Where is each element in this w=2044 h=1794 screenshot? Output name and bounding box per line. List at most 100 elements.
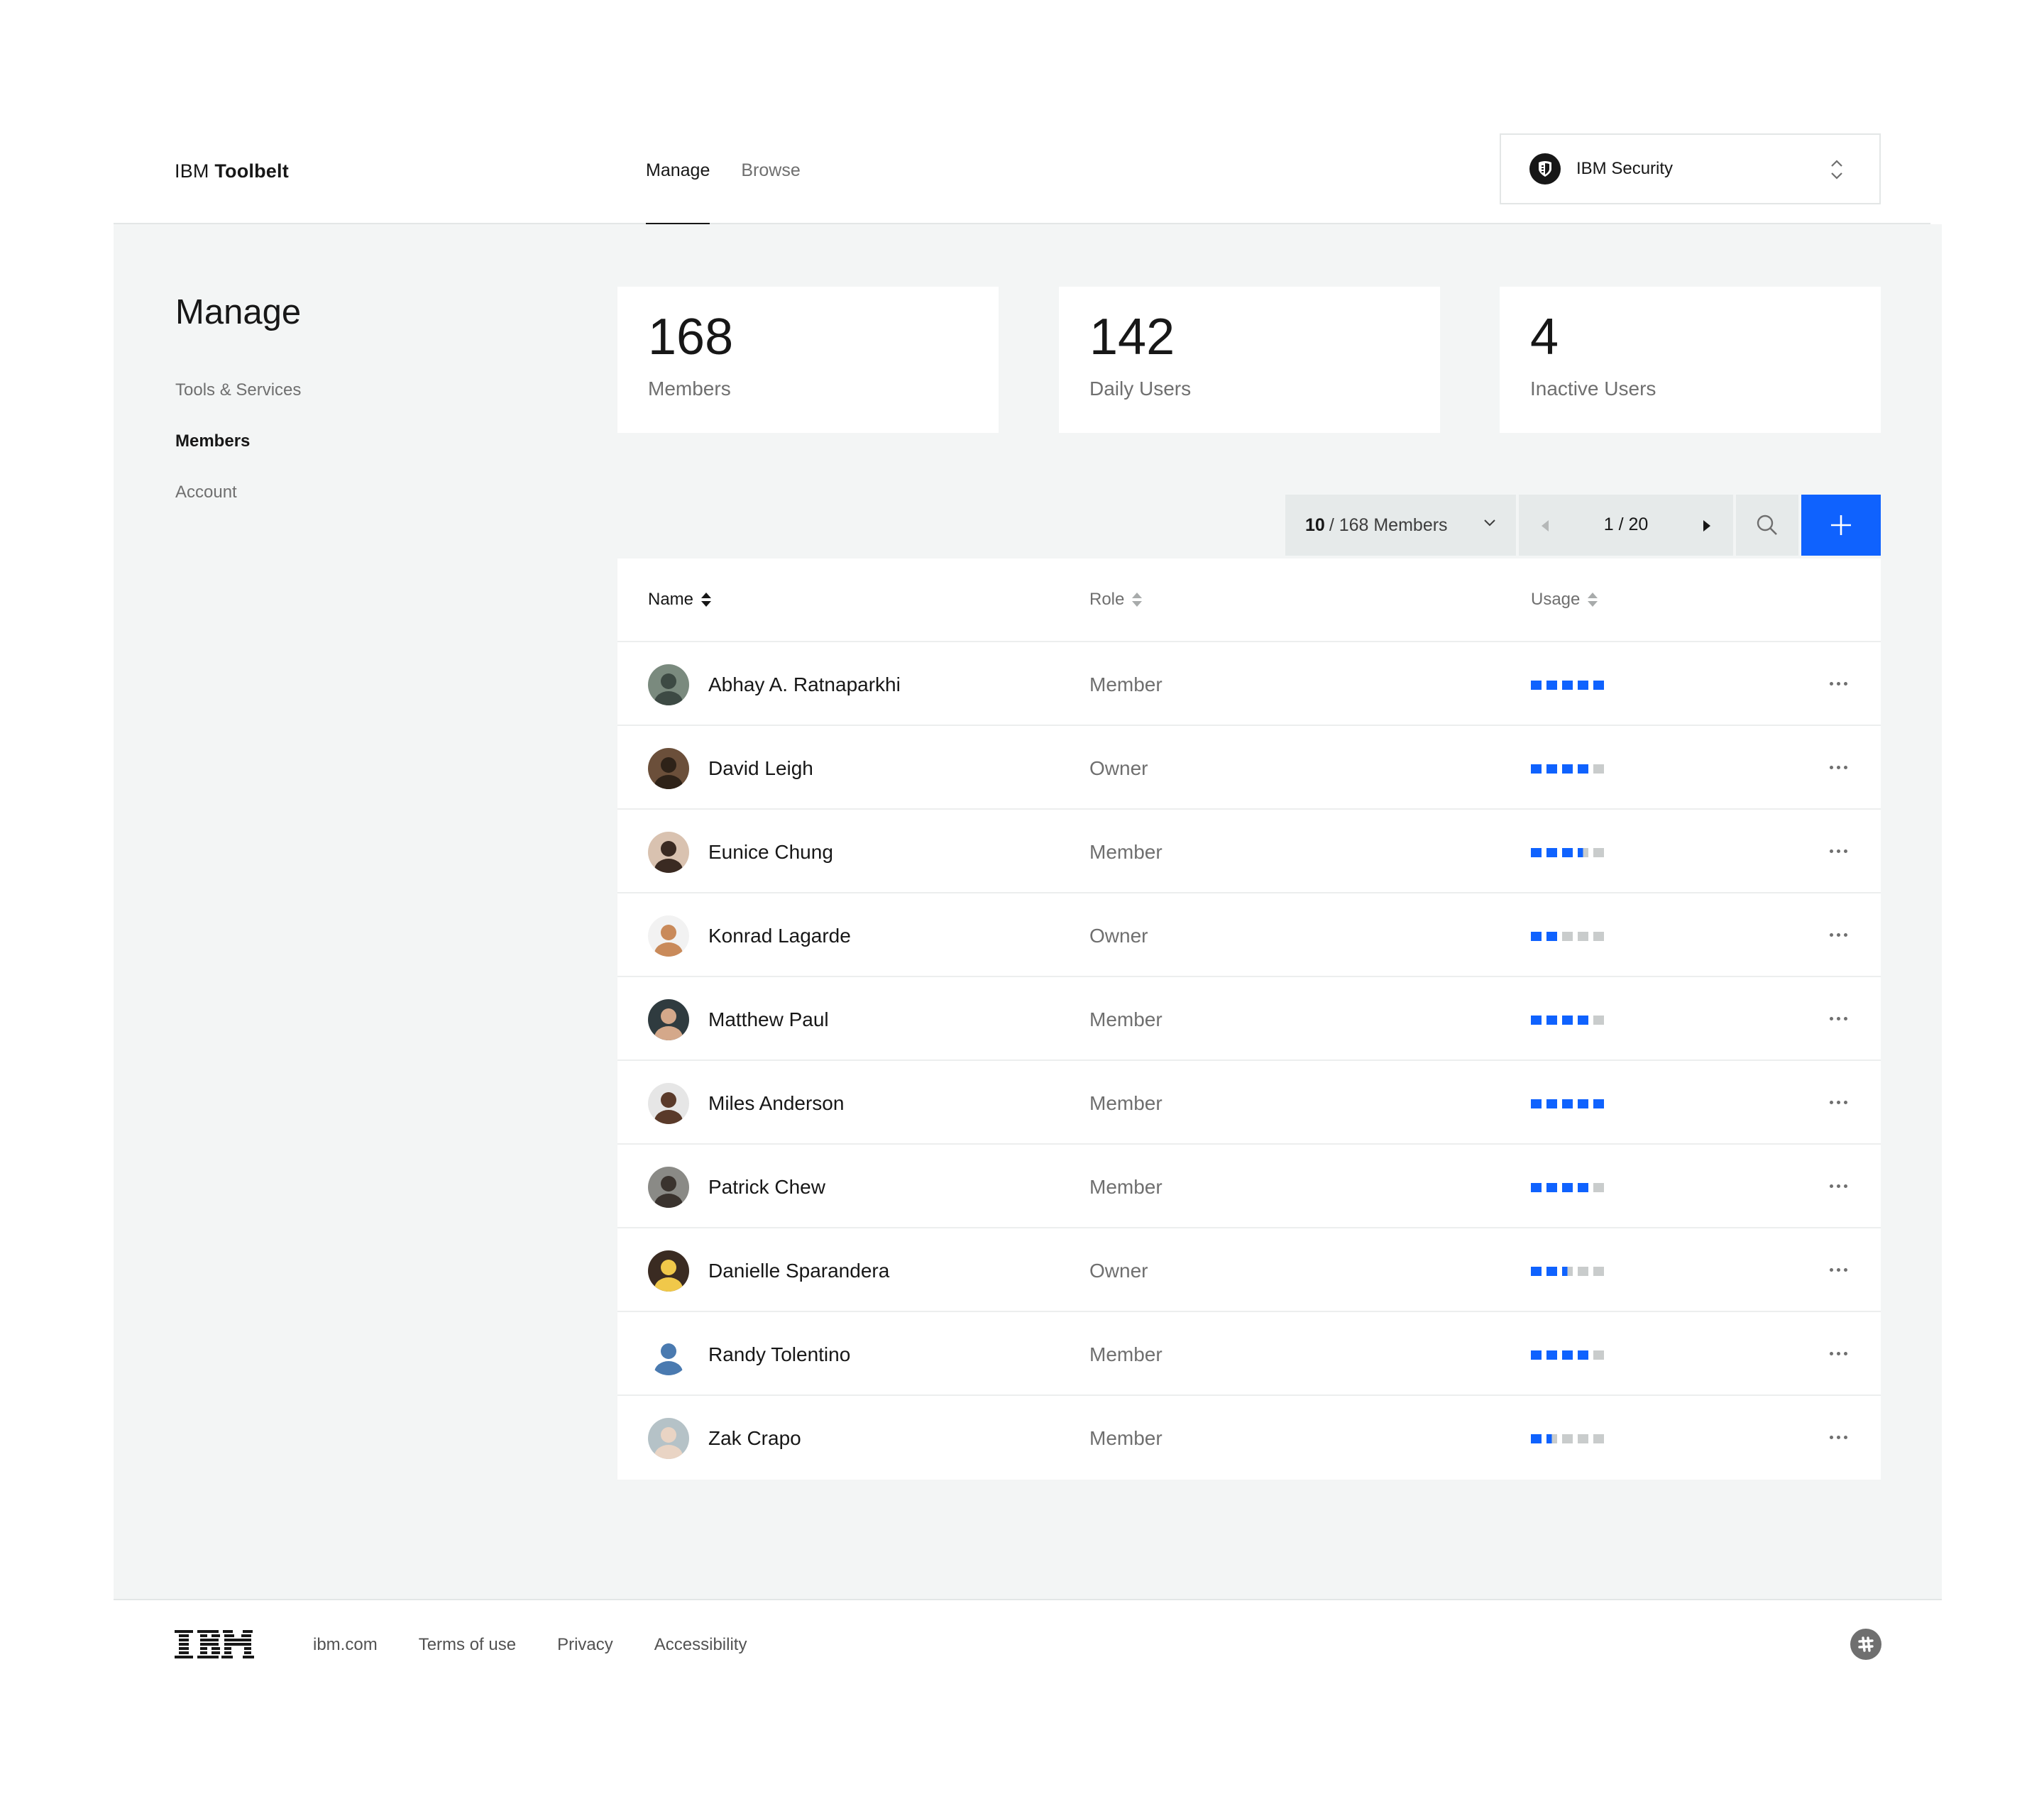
stat-value: 168 [648,309,734,365]
member-name[interactable]: Miles Anderson [708,1092,844,1115]
usage-segment [1546,1099,1557,1108]
usage-segment [1578,1350,1588,1360]
avatar [648,1167,689,1208]
usage-segment [1593,1183,1604,1192]
usage-segment [1578,681,1588,690]
usage-segment [1593,1016,1604,1025]
usage-segment [1593,1267,1604,1276]
stat-card-daily-users: 142 Daily Users [1059,287,1440,433]
column-header-name[interactable]: Name [648,590,712,610]
tab-browse[interactable]: Browse [741,133,800,224]
app-brand[interactable]: IBM Toolbelt [175,160,289,182]
usage-segment [1562,1099,1573,1108]
usage-segment [1578,932,1588,941]
usage-segment [1593,1434,1604,1443]
usage-segment [1562,1183,1573,1192]
tab-manage[interactable]: Manage [646,133,710,226]
caret-right-icon[interactable] [1693,513,1719,539]
usage-segment [1531,1016,1542,1025]
stat-value: 4 [1530,309,1559,365]
avatar [648,1418,689,1459]
page-size-select[interactable]: 10 / 168 Members [1285,495,1516,556]
usage-segment [1593,848,1604,857]
sidebar-nav: Tools & Services Members Account [175,380,301,534]
table-row[interactable]: Randy Tolentino Member [617,1312,1881,1396]
column-header-usage[interactable]: Usage [1531,590,1598,610]
member-name[interactable]: Eunice Chung [708,841,833,864]
usage-meter [1531,1267,1604,1276]
usage-segment [1531,1350,1542,1360]
member-name[interactable]: Randy Tolentino [708,1343,850,1366]
usage-segment [1578,848,1588,857]
member-name[interactable]: Zak Crapo [708,1427,801,1450]
usage-segment [1578,1016,1588,1025]
table-row[interactable]: Matthew Paul Member [617,977,1881,1061]
chevron-down-icon [1484,519,1495,527]
usage-segment [1531,1267,1542,1276]
member-role: Member [1089,1427,1163,1449]
usage-segment [1562,848,1573,857]
table-body: Abhay A. Ratnaparkhi Member David Leigh … [617,642,1881,1480]
member-role: Member [1089,1008,1163,1030]
usage-segment [1531,1183,1542,1192]
avatar [648,664,689,705]
sidebar-item-members[interactable]: Members [175,431,301,483]
overflow-menu-icon[interactable] [1824,1004,1852,1033]
table-row[interactable]: Konrad Lagarde Owner [617,893,1881,977]
usage-segment [1562,1434,1573,1443]
member-name[interactable]: Danielle Sparandera [708,1260,889,1282]
top-nav: Manage Browse [646,133,801,226]
table-row[interactable]: Danielle Sparandera Owner [617,1228,1881,1312]
member-name[interactable]: Matthew Paul [708,1008,829,1031]
usage-segment [1562,1350,1573,1360]
sort-icon [1588,593,1598,607]
overflow-menu-icon[interactable] [1824,753,1852,781]
chevron-up-down-icon [1831,160,1842,180]
column-header-role[interactable]: Role [1089,590,1143,610]
member-name[interactable]: Konrad Lagarde [708,925,851,947]
sort-icon [1132,593,1143,607]
usage-segment [1578,1099,1588,1108]
org-switcher[interactable]: IBM Security [1500,133,1881,204]
main-panel: Manage Tools & Services Members Account … [114,224,1942,1599]
column-label: Role [1089,590,1125,609]
table-row[interactable]: Eunice Chung Member [617,810,1881,893]
overflow-menu-icon[interactable] [1824,1255,1852,1284]
table-row[interactable]: Zak Crapo Member [617,1396,1881,1480]
table-row[interactable]: Miles Anderson Member [617,1061,1881,1145]
usage-segment [1562,932,1573,941]
add-member-button[interactable] [1801,495,1881,556]
member-name[interactable]: Patrick Chew [708,1176,825,1199]
overflow-menu-icon[interactable] [1824,1088,1852,1116]
footer-link-privacy[interactable]: Privacy [557,1635,613,1655]
footer-link-ibm-com[interactable]: ibm.com [313,1635,378,1655]
stat-card-inactive-users: 4 Inactive Users [1500,287,1881,433]
member-name[interactable]: Abhay A. Ratnaparkhi [708,673,901,696]
footer-link-accessibility[interactable]: Accessibility [654,1635,747,1655]
sidebar-item-tools-services[interactable]: Tools & Services [175,380,301,431]
avatar [648,915,689,957]
member-role: Member [1089,841,1163,863]
usage-segment [1562,1267,1573,1276]
overflow-menu-icon[interactable] [1824,1172,1852,1200]
footer-link-terms[interactable]: Terms of use [419,1635,516,1655]
ibm-logo[interactable] [175,1629,254,1661]
overflow-menu-icon[interactable] [1824,1339,1852,1367]
slack-icon[interactable] [1850,1629,1881,1660]
member-role: Owner [1089,757,1148,779]
overflow-menu-icon[interactable] [1824,837,1852,865]
table-row[interactable]: David Leigh Owner [617,726,1881,810]
overflow-menu-icon[interactable] [1824,920,1852,949]
overflow-menu-icon[interactable] [1824,669,1852,698]
page-size-value: 10 [1305,514,1325,535]
avatar [648,1334,689,1375]
usage-meter [1531,681,1604,690]
table-row[interactable]: Patrick Chew Member [617,1145,1881,1228]
usage-meter [1531,1016,1604,1025]
member-name[interactable]: David Leigh [708,757,813,780]
search-button[interactable] [1736,495,1798,556]
overflow-menu-icon[interactable] [1824,1423,1852,1451]
avatar [648,832,689,873]
sidebar-item-account[interactable]: Account [175,483,301,534]
table-row[interactable]: Abhay A. Ratnaparkhi Member [617,642,1881,726]
